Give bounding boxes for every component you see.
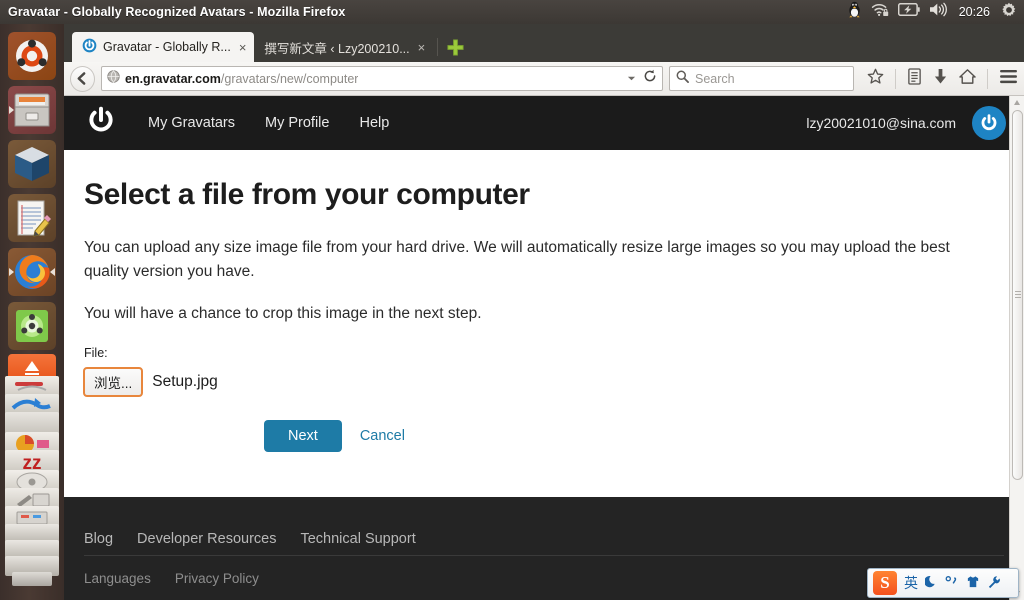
scrollbar-grip [1015,291,1021,298]
toolbar-icons [867,67,1018,90]
footer-link-blog[interactable]: Blog [84,531,113,547]
ime-mode-label[interactable]: 英 [904,573,918,593]
tab-title: Gravatar - Globally R... [103,40,231,54]
page-title: Select a file from your computer [84,178,530,211]
home-icon[interactable] [959,68,976,90]
footer-link-developer-resources[interactable]: Developer Resources [137,531,276,547]
page-paragraph-2: You will have a chance to crop this imag… [84,305,482,323]
clock[interactable]: 20:26 [957,5,992,19]
hamburger-menu-icon[interactable] [999,69,1018,89]
launcher-item-files[interactable] [8,86,56,134]
tab-strip: Gravatar - Globally R... × 撰写新文章 ‹ Lzy20… [64,24,1024,62]
footer-secondary-links: Languages Privacy Policy [84,556,1004,600]
page-main: Select a file from your computer You can… [64,150,1024,497]
desktop-screen: Gravatar - Globally Recognized Avatars -… [0,0,1024,600]
launcher-item-ubuntu-dash[interactable] [8,32,56,80]
tab-close-icon[interactable]: × [418,40,426,55]
footer-link-technical-support[interactable]: Technical Support [300,531,415,547]
launcher-window-stack[interactable]: zz [0,354,64,590]
tab-favicon-gravatar [82,38,97,56]
focused-indicator-right [50,268,55,276]
site-header-right: lzy20021010@sina.com [806,106,1006,140]
scroll-up-icon[interactable] [1014,100,1020,105]
moon-icon[interactable] [924,575,938,591]
reader-list-icon[interactable] [907,67,922,90]
tab-close-icon[interactable]: × [239,40,247,55]
footer-link-languages[interactable]: Languages [84,571,151,586]
url-text: en.gravatar.com/gravatars/new/computer [125,72,358,86]
launcher-item-ubuntu-software[interactable] [8,302,56,350]
nav-my-gravatars[interactable]: My Gravatars [148,115,235,131]
tab-separator [437,38,439,56]
search-icon [676,70,689,88]
site-nav: My Gravatars My Profile Help [148,115,389,131]
window-title: Gravatar - Globally Recognized Avatars -… [8,5,346,19]
footer-link-privacy-policy[interactable]: Privacy Policy [175,571,259,586]
battery-charging-icon[interactable] [897,2,920,21]
footer-primary-links: Blog Developer Resources Technical Suppo… [84,497,1004,555]
toolbar-separator [895,68,896,89]
running-indicator-left [9,268,14,276]
star-icon[interactable] [867,68,884,90]
wifi-locked-icon[interactable] [871,2,889,22]
launcher-item-text-editor[interactable] [8,194,56,242]
navigation-toolbar: en.gravatar.com/gravatars/new/computer S… [64,62,1024,96]
tab-wordpress-editor[interactable]: 撰写新文章 ‹ Lzy200210... × [254,32,433,62]
sogou-ime-toolbar: S 英 [867,568,1019,598]
settings-icon[interactable] [987,575,1001,592]
gear-icon[interactable] [1001,2,1017,23]
url-host: en.gravatar.com [125,71,221,86]
unity-top-panel: Gravatar - Globally Recognized Avatars -… [0,0,1024,24]
skin-icon[interactable] [966,575,980,592]
tab-gravatar[interactable]: Gravatar - Globally R... × [72,32,255,62]
user-email[interactable]: lzy20021010@sina.com [806,115,956,131]
nav-my-profile[interactable]: My Profile [265,115,329,131]
page-paragraph-1: You can upload any size image file from … [84,239,950,281]
url-bar[interactable]: en.gravatar.com/gravatars/new/computer [101,66,663,91]
chevron-down-icon[interactable] [627,70,636,88]
search-input[interactable]: Search [695,72,735,86]
search-bar[interactable]: Search [669,66,854,91]
tab-title: 撰写新文章 ‹ Lzy200210... [264,41,410,56]
launcher-item-virtualbox[interactable] [8,140,56,188]
volume-icon[interactable] [929,2,948,22]
download-icon[interactable] [933,68,948,90]
url-path: /gravatars/new/computer [220,71,359,86]
gravatar-logo[interactable] [84,104,118,143]
launcher-item-firefox[interactable] [8,248,56,296]
firefox-window: Gravatar - Globally R... × 撰写新文章 ‹ Lzy20… [64,24,1024,600]
toolbar-separator [987,68,988,89]
nav-help[interactable]: Help [359,115,389,131]
punctuation-icon[interactable] [945,575,959,591]
new-tab-button[interactable] [442,32,468,62]
running-indicator-left [9,106,14,114]
user-avatar[interactable] [972,106,1006,140]
system-tray: 20:26 [847,1,1024,23]
url-bar-actions [621,69,657,88]
unity-launcher: zz [0,24,64,600]
file-input-row: 浏览... Setup.jpg [82,367,1004,398]
selected-file-name: Setup.jpg [152,373,218,391]
page-scrollbar[interactable] [1009,96,1024,600]
cancel-link[interactable]: Cancel [360,428,405,444]
site-header: My Gravatars My Profile Help lzy20021010… [64,96,1024,150]
tux-icon[interactable] [847,1,862,23]
web-page-viewport: My Gravatars My Profile Help lzy20021010… [64,96,1024,600]
globe-icon [107,69,120,88]
form-actions: Next Cancel [264,420,1004,453]
file-label: File: [84,346,108,361]
back-button[interactable] [70,65,95,92]
reload-icon[interactable] [643,69,657,88]
next-button[interactable]: Next [264,420,342,453]
browse-button[interactable]: 浏览... [82,367,144,398]
sogou-logo-icon[interactable]: S [873,571,897,595]
